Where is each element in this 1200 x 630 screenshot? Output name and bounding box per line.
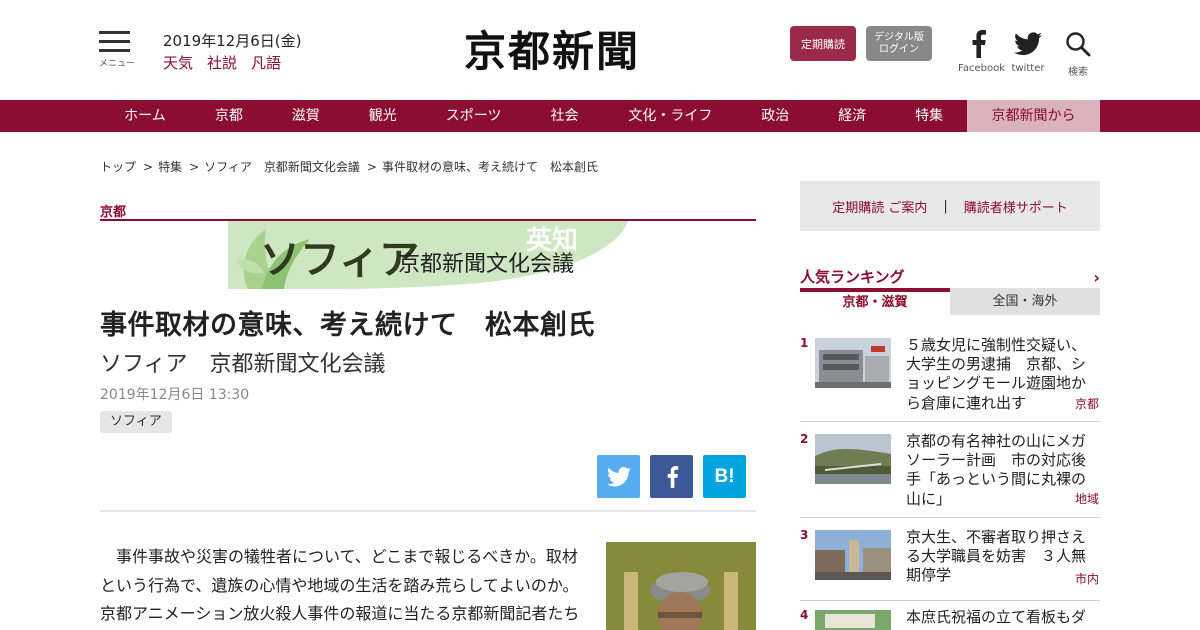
ranking-region: 京都 <box>1074 397 1099 411</box>
main-nav: ホーム 京都 滋賀 観光 スポーツ 社会 文化・ライフ 政治 経済 特集 京都新… <box>0 100 1200 132</box>
article-category[interactable]: 京都 <box>100 201 756 221</box>
ranking-title-label: 人気ランキング <box>800 268 905 286</box>
facebook-link[interactable]: Facebook <box>958 28 1005 74</box>
hamburger-icon-bar <box>99 49 130 52</box>
ranking-item[interactable]: 2 京都の有名神社の山にメガソーラー計画 市の対応後手「あっという間に丸裸の山に… <box>800 432 1100 518</box>
ranking-divider <box>800 600 1100 601</box>
ranking-thumbnail <box>815 610 891 630</box>
digital-label: デジタル版 <box>874 31 924 43</box>
share-facebook-button[interactable] <box>650 455 693 498</box>
nav-item-culture[interactable]: 文化・ライフ <box>603 100 737 132</box>
nav-item-shiga[interactable]: 滋賀 <box>268 100 344 132</box>
share-hatena-button[interactable]: B! <box>703 455 746 498</box>
nav-item-tourism[interactable]: 観光 <box>344 100 422 132</box>
sophia-banner[interactable]: 英知 ソフィア 京都新聞文化会議 <box>228 221 628 289</box>
menu-label: メニュー <box>99 59 136 69</box>
chevron-right-icon: › <box>1093 268 1100 287</box>
facebook-label: Facebook <box>958 63 1005 74</box>
breadcrumb-sophia[interactable]: ソフィア 京都新聞文化会議 <box>204 160 360 174</box>
nav-item-features[interactable]: 特集 <box>891 100 967 132</box>
ranking-headline: 京大生、不審者取り押さえる大学職員を妨害 ３人無期停学 <box>906 528 1087 585</box>
ranking-headline: 京都の有名神社の山にメガソーラー計画 市の対応後手「あっという間に丸裸の山に」 <box>906 432 1087 508</box>
breadcrumb-features[interactable]: 特集 <box>158 160 182 174</box>
ranking-number: 2 <box>800 432 809 446</box>
facebook-icon <box>667 465 678 488</box>
site-logo[interactable]: 京都新聞 <box>464 18 640 79</box>
twitter-icon <box>606 466 631 486</box>
column-link[interactable]: 凡語 <box>251 54 281 72</box>
body-line: 事件事故や災害の犠牲者について、どこまで報じるべきか。取材 <box>116 547 578 566</box>
breadcrumb-current: 事件取材の意味、考え続けて 松本創氏 <box>381 160 598 174</box>
hamburger-icon <box>99 31 130 34</box>
date-box: 2019年12月6日(金) 天気 社説 凡語 <box>163 30 302 73</box>
body-line: という行為で、遺族の心情や地域の生活を踏み荒らしてよいのか。 <box>100 575 579 595</box>
ranking-tabs: 京都・滋賀 全国・海外 <box>800 288 1100 315</box>
ranking-headline: 本庶氏祝福の立て看板もダ <box>906 608 1087 626</box>
ranking-number: 3 <box>800 528 809 542</box>
nav-item-sports[interactable]: スポーツ <box>422 100 526 132</box>
twitter-link[interactable]: twitter <box>1010 28 1046 74</box>
subscription-support-box: 定期購読 ご案内 | 購読者様サポート <box>800 181 1100 231</box>
breadcrumb-separator: > <box>189 160 200 174</box>
ranking-number: 1 <box>800 336 809 350</box>
ranking-thumbnail <box>815 338 891 388</box>
subscriber-support-link[interactable]: 購読者様サポート <box>964 197 1068 216</box>
tab-kyoto-shiga[interactable]: 京都・滋賀 <box>800 288 950 315</box>
breadcrumb-top[interactable]: トップ <box>100 160 136 174</box>
hamburger-icon-bar <box>99 40 130 43</box>
ranking-item[interactable]: 1 ５歳女児に強制性交疑い、大学生の男逮捕 京都、ショッピングモール遊園地から倉… <box>800 336 1100 422</box>
ranking-divider <box>800 421 1100 422</box>
site-header: メニュー 2019年12月6日(金) 天気 社説 凡語 京都新聞 定期購読 デジタル… <box>0 0 1200 100</box>
ranking-divider <box>800 517 1100 518</box>
subscribe-button[interactable]: 定期購読 <box>790 26 856 61</box>
ranking-number: 4 <box>800 608 809 622</box>
login-label: ログイン <box>879 43 919 55</box>
tab-national-overseas[interactable]: 全国・海外 <box>950 288 1100 315</box>
current-date: 2019年12月6日(金) <box>163 32 302 50</box>
breadcrumb-separator: > <box>143 160 154 174</box>
support-separator: | <box>943 198 948 214</box>
ranking-region: 市内 <box>1074 572 1099 586</box>
ranking-region: 地域 <box>1074 492 1099 506</box>
facebook-icon <box>958 28 998 60</box>
article-photo[interactable] <box>606 542 756 630</box>
breadcrumb-separator: > <box>366 160 377 174</box>
article-divider <box>100 510 756 512</box>
ranking-item[interactable]: 4 本庶氏祝福の立て看板もダ <box>800 608 1100 630</box>
banner-subtitle: 京都新聞文化会議 <box>398 252 574 277</box>
nav-item-kyoto[interactable]: 京都 <box>190 100 268 132</box>
breadcrumb: トップ > 特集 > ソフィア 京都新聞文化会議 > 事件取材の意味、考え続けて 松本創氏 <box>100 158 598 175</box>
share-twitter-button[interactable] <box>597 455 640 498</box>
nav-item-economy[interactable]: 経済 <box>813 100 891 132</box>
article-subheadline: ソフィア 京都新聞文化会議 <box>100 352 386 377</box>
digital-login-button[interactable]: デジタル版 ログイン <box>866 26 932 61</box>
banner-title: ソフィア <box>260 237 419 283</box>
ranking-item[interactable]: 3 京大生、不審者取り押さえる大学職員を妨害 ３人無期停学 市内 <box>800 528 1100 601</box>
search-label: 検索 <box>1068 67 1088 78</box>
nav-item-politics[interactable]: 政治 <box>737 100 813 132</box>
subscription-guide-link[interactable]: 定期購読 ご案内 <box>832 197 927 216</box>
nav-item-home[interactable]: ホーム <box>100 100 190 132</box>
nav-item-society[interactable]: 社会 <box>526 100 604 132</box>
article-tag[interactable]: ソフィア <box>100 411 172 433</box>
search-button[interactable]: 検索 <box>1060 28 1096 78</box>
search-icon <box>1060 28 1096 60</box>
article-body: 事件事故や災害の犠牲者について、どこまで報じるべきか。取材 という行為で、遺族の… <box>100 543 585 629</box>
ranking-thumbnail <box>815 530 891 580</box>
menu-button[interactable]: メニュー <box>99 31 136 69</box>
publish-date: 2019年12月6日 13:30 <box>100 387 250 403</box>
ranking-headline: ５歳女児に強制性交疑い、大学生の男逮捕 京都、ショッピングモール遊園地から倉庫に… <box>906 336 1087 412</box>
editorial-link[interactable]: 社説 <box>207 54 237 72</box>
twitter-label: twitter <box>1011 63 1045 74</box>
ranking-title[interactable]: 人気ランキング › <box>800 266 1100 287</box>
nav-item-from-kyoto-shimbun[interactable]: 京都新聞から <box>967 100 1100 132</box>
body-line: 京都アニメーション放火殺人事件の報道に当たる京都新聞記者たち <box>100 604 580 623</box>
ranking-thumbnail <box>815 434 891 484</box>
weather-link[interactable]: 天気 <box>163 54 193 72</box>
article-headline: 事件取材の意味、考え続けて 松本創氏 <box>100 310 595 341</box>
twitter-icon <box>1010 28 1046 60</box>
